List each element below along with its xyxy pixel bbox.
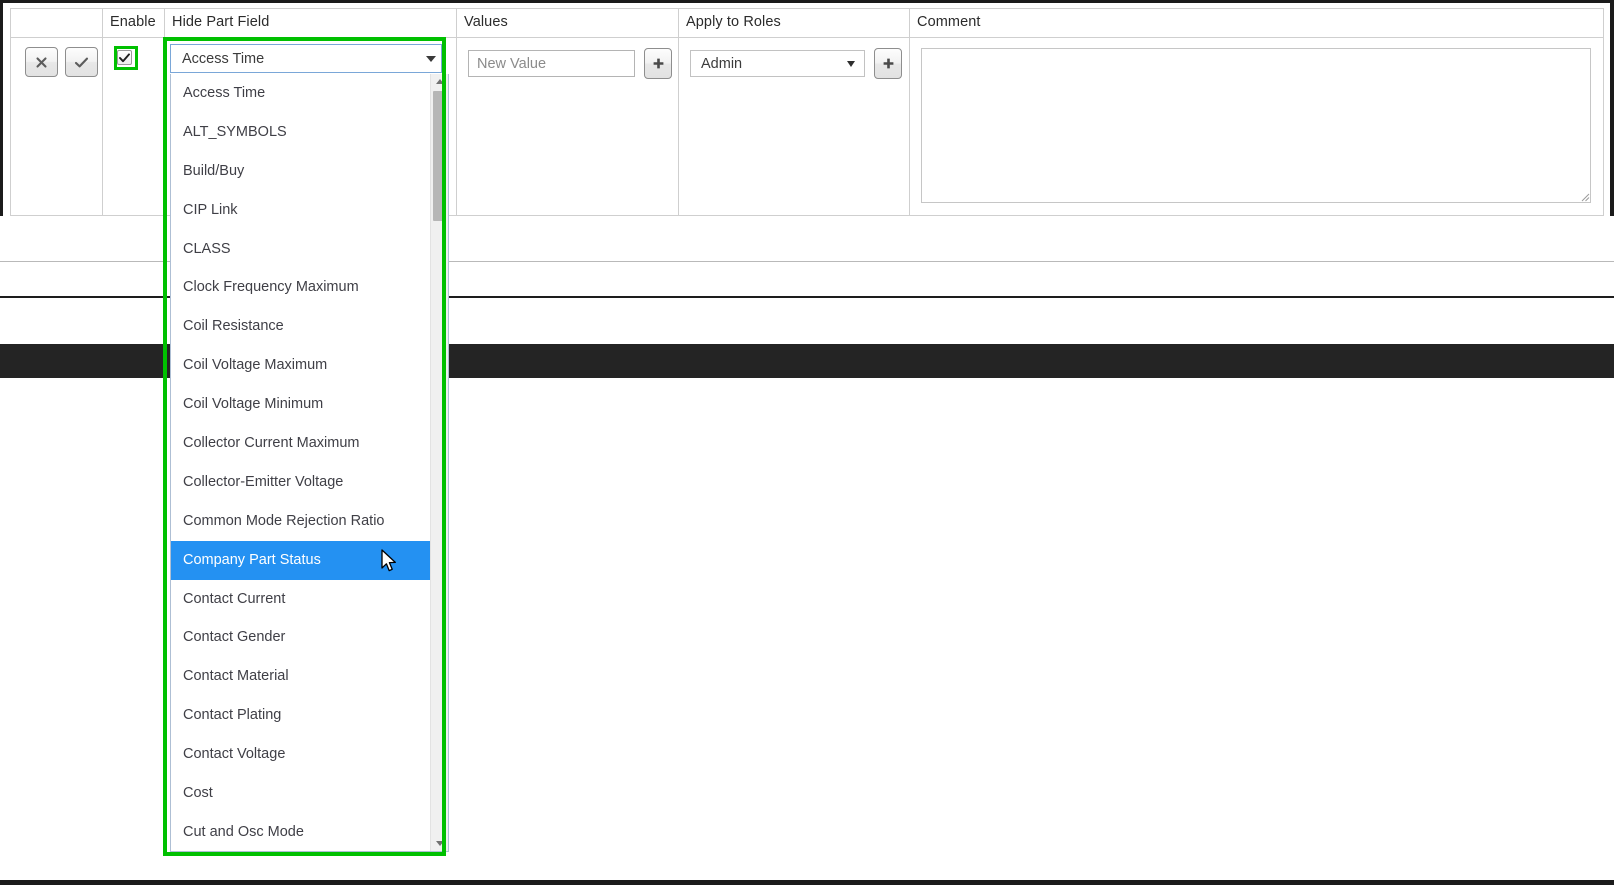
checkmark-icon xyxy=(119,52,130,63)
dropdown-option[interactable]: Coil Voltage Minimum xyxy=(171,385,430,424)
dropdown-option[interactable]: Coil Voltage Maximum xyxy=(171,346,430,385)
column-header-enable: Enable xyxy=(110,14,156,30)
dropdown-option[interactable]: Contact Current xyxy=(171,580,430,619)
dropdown-option[interactable]: Contact Gender xyxy=(171,618,430,657)
dropdown-option[interactable]: Company Part Status xyxy=(171,540,430,580)
enable-checkbox[interactable] xyxy=(117,50,132,65)
hide-part-field-input[interactable]: Access Time xyxy=(170,44,442,73)
cancel-row-button[interactable] xyxy=(25,47,58,77)
dropdown-option[interactable]: Cut and Osc Mode xyxy=(171,813,430,851)
dropdown-option[interactable]: Collector Current Maximum xyxy=(171,424,430,463)
check-icon xyxy=(74,56,89,69)
scroll-down-arrow-icon[interactable] xyxy=(431,836,448,851)
chevron-down-icon[interactable] xyxy=(426,55,436,62)
cell-apply-to-roles: Admin xyxy=(679,38,910,215)
column-header-actions xyxy=(11,9,102,14)
apply-to-roles-select[interactable]: Admin xyxy=(690,50,865,77)
dropdown-option[interactable]: Clock Frequency Maximum xyxy=(171,268,430,307)
plus-icon xyxy=(882,57,895,70)
window-frame-top xyxy=(0,0,1614,3)
cell-actions xyxy=(11,38,103,215)
confirm-row-button[interactable] xyxy=(65,47,98,77)
dropdown-option[interactable]: Collector-Emitter Voltage xyxy=(171,463,430,502)
cell-comment xyxy=(910,38,1603,215)
add-value-button[interactable] xyxy=(644,48,672,79)
dropdown-option[interactable]: Build/Buy xyxy=(171,152,430,191)
dropdown-scrollbar[interactable] xyxy=(430,74,448,851)
window-frame-bottom xyxy=(0,880,1614,885)
hide-part-field-value: Access Time xyxy=(182,50,265,67)
cell-enable xyxy=(103,38,165,215)
cell-values xyxy=(457,38,679,215)
dropdown-option[interactable]: ALT_SYMBOLS xyxy=(171,113,430,152)
dropdown-option[interactable]: CIP Link xyxy=(171,191,430,230)
hide-part-field-combobox[interactable]: Access Time xyxy=(170,44,442,73)
plus-icon xyxy=(652,57,665,70)
dropdown-option[interactable]: Coil Resistance xyxy=(171,307,430,346)
close-icon xyxy=(35,56,48,69)
dropdown-option[interactable]: Common Mode Rejection Ratio xyxy=(171,502,430,541)
screenshot-root: Enable Hide Part Field Values Apply to R… xyxy=(0,0,1614,885)
scrollbar-thumb[interactable] xyxy=(433,91,446,221)
column-header-apply-to-roles: Apply to Roles xyxy=(686,14,781,30)
dropdown-option-container: Access Time ALT_SYMBOLS Build/Buy CIP Link C… xyxy=(171,74,430,851)
scroll-up-arrow-icon[interactable] xyxy=(431,74,448,89)
comment-textarea[interactable] xyxy=(921,48,1591,203)
hide-part-field-dropdown-list[interactable]: Access Time ALT_SYMBOLS Build/Buy CIP Link C… xyxy=(170,74,449,852)
dropdown-option[interactable]: Access Time xyxy=(171,74,430,113)
column-header-hide-part-field: Hide Part Field xyxy=(172,14,270,30)
apply-to-roles-selected-value: Admin xyxy=(701,55,743,72)
dropdown-option[interactable]: Contact Plating xyxy=(171,696,430,735)
dropdown-option[interactable]: Cost xyxy=(171,774,430,813)
column-header-comment: Comment xyxy=(917,14,981,30)
chevron-down-icon xyxy=(847,60,855,67)
new-value-input[interactable] xyxy=(468,50,635,77)
dropdown-option[interactable]: Contact Voltage xyxy=(171,735,430,774)
add-role-button[interactable] xyxy=(874,48,902,79)
dropdown-option[interactable]: CLASS xyxy=(171,230,430,269)
dropdown-option[interactable]: Contact Material xyxy=(171,657,430,696)
grid-header-row: Enable Hide Part Field Values Apply to R… xyxy=(11,9,1603,38)
column-header-values: Values xyxy=(464,14,508,30)
